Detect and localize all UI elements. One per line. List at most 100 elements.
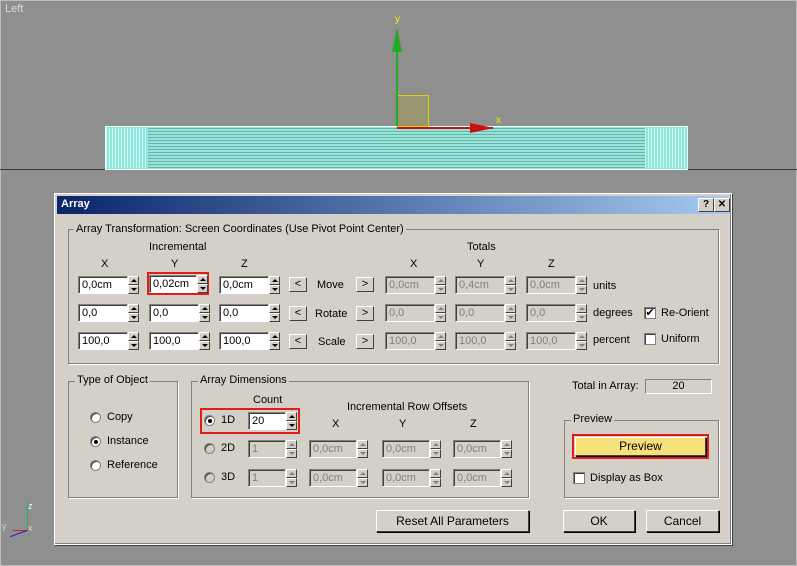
viewport-label[interactable]: Left bbox=[5, 3, 23, 15]
spin-up-icon[interactable] bbox=[501, 440, 512, 449]
preview-button[interactable]: Preview bbox=[575, 437, 706, 456]
spin-up-icon[interactable] bbox=[501, 469, 512, 478]
spin-up-icon[interactable] bbox=[199, 304, 210, 313]
rotate-to-incremental-button[interactable]: < bbox=[289, 306, 307, 321]
spin-up-icon[interactable] bbox=[435, 332, 446, 341]
spin-down-icon[interactable] bbox=[505, 285, 516, 294]
rotate-tot-z-spinner[interactable]: 0,0 bbox=[526, 304, 587, 322]
spin-up-icon[interactable] bbox=[357, 440, 368, 449]
spin-down-icon[interactable] bbox=[501, 449, 512, 458]
reference-label[interactable]: Reference bbox=[107, 459, 158, 471]
spin-down-icon[interactable] bbox=[128, 341, 139, 350]
move-tot-z-spinner[interactable]: 0,0cm bbox=[526, 276, 587, 294]
scale-inc-y-field[interactable]: 100,0 bbox=[149, 332, 199, 350]
spin-up-icon[interactable] bbox=[505, 276, 516, 285]
spin-down-icon[interactable] bbox=[199, 341, 210, 350]
cancel-button[interactable]: Cancel bbox=[646, 510, 719, 532]
offset-3d-y-field[interactable]: 0,0cm bbox=[382, 469, 430, 487]
spin-down-icon[interactable] bbox=[199, 313, 210, 322]
scale-inc-x-spinner[interactable]: 100,0 bbox=[78, 332, 139, 350]
move-inc-z-field[interactable]: 0,0cm bbox=[219, 276, 269, 294]
scale-inc-z-field[interactable]: 100,0 bbox=[219, 332, 269, 350]
rotate-to-totals-button[interactable]: > bbox=[356, 306, 374, 321]
count-3d-field[interactable]: 1 bbox=[248, 469, 286, 487]
scale-tot-y-spinner[interactable]: 100,0 bbox=[455, 332, 516, 350]
move-to-incremental-button[interactable]: < bbox=[289, 277, 307, 292]
spin-up-icon[interactable] bbox=[269, 304, 280, 313]
spin-up-icon[interactable] bbox=[357, 469, 368, 478]
spin-down-icon[interactable] bbox=[505, 341, 516, 350]
spin-up-icon[interactable] bbox=[269, 332, 280, 341]
help-button[interactable]: ? bbox=[698, 198, 714, 212]
spin-down-icon[interactable] bbox=[501, 478, 512, 487]
scale-tot-z-spinner[interactable]: 100,0 bbox=[526, 332, 587, 350]
move-inc-y-spinner[interactable]: 0,02cm bbox=[149, 275, 208, 293]
rotate-inc-z-spinner[interactable]: 0,0 bbox=[219, 304, 280, 322]
dimension-3d-radio[interactable] bbox=[204, 472, 215, 483]
offset-3d-z-spinner[interactable]: 0,0cm bbox=[453, 469, 512, 487]
spin-down-icon[interactable] bbox=[576, 341, 587, 350]
spin-down-icon[interactable] bbox=[286, 421, 297, 430]
spin-down-icon[interactable] bbox=[430, 478, 441, 487]
scale-inc-x-field[interactable]: 100,0 bbox=[78, 332, 128, 350]
scale-tot-x-spinner[interactable]: 100,0 bbox=[385, 332, 446, 350]
rotate-inc-x-spinner[interactable]: 0,0 bbox=[78, 304, 139, 322]
spin-up-icon[interactable] bbox=[435, 304, 446, 313]
offset-2d-x-spinner[interactable]: 0,0cm bbox=[309, 440, 368, 458]
spin-up-icon[interactable] bbox=[576, 304, 587, 313]
spin-up-icon[interactable] bbox=[128, 332, 139, 341]
spin-down-icon[interactable] bbox=[286, 478, 297, 487]
spin-up-icon[interactable] bbox=[576, 332, 587, 341]
rotate-inc-y-spinner[interactable]: 0,0 bbox=[149, 304, 210, 322]
count-1d-spinner[interactable]: 20 bbox=[248, 412, 297, 430]
rotate-inc-z-field[interactable]: 0,0 bbox=[219, 304, 269, 322]
spin-down-icon[interactable] bbox=[128, 313, 139, 322]
move-inc-z-spinner[interactable]: 0,0cm bbox=[219, 276, 280, 294]
move-inc-y-field[interactable]: 0,02cm bbox=[149, 275, 197, 293]
spin-down-icon[interactable] bbox=[576, 313, 587, 322]
spin-up-icon[interactable] bbox=[505, 304, 516, 313]
count-1d-field[interactable]: 20 bbox=[248, 412, 286, 430]
move-tot-x-field[interactable]: 0,0cm bbox=[385, 276, 435, 294]
scale-inc-z-spinner[interactable]: 100,0 bbox=[219, 332, 280, 350]
rotate-tot-y-field[interactable]: 0,0 bbox=[455, 304, 505, 322]
spin-down-icon[interactable] bbox=[269, 341, 280, 350]
offset-2d-z-field[interactable]: 0,0cm bbox=[453, 440, 501, 458]
ok-button[interactable]: OK bbox=[563, 510, 635, 532]
spin-down-icon[interactable] bbox=[505, 313, 516, 322]
offset-3d-z-field[interactable]: 0,0cm bbox=[453, 469, 501, 487]
spin-up-icon[interactable] bbox=[128, 276, 139, 285]
spin-up-icon[interactable] bbox=[576, 276, 587, 285]
spin-down-icon[interactable] bbox=[435, 285, 446, 294]
spin-down-icon[interactable] bbox=[269, 313, 280, 322]
spin-up-icon[interactable] bbox=[128, 304, 139, 313]
move-tot-y-field[interactable]: 0,4cm bbox=[455, 276, 505, 294]
scale-to-totals-button[interactable]: > bbox=[356, 334, 374, 349]
spin-up-icon[interactable] bbox=[269, 276, 280, 285]
scale-inc-y-spinner[interactable]: 100,0 bbox=[149, 332, 210, 350]
scale-to-incremental-button[interactable]: < bbox=[289, 334, 307, 349]
gizmo-y-arrow-icon[interactable] bbox=[392, 28, 402, 52]
spin-down-icon[interactable] bbox=[128, 285, 139, 294]
close-button[interactable]: ✕ bbox=[714, 198, 730, 212]
move-inc-x-field[interactable]: 0,0cm bbox=[78, 276, 128, 294]
move-inc-x-spinner[interactable]: 0,0cm bbox=[78, 276, 139, 294]
spin-up-icon[interactable] bbox=[286, 440, 297, 449]
spin-down-icon[interactable] bbox=[430, 449, 441, 458]
reorient-label[interactable]: Re-Orient bbox=[661, 307, 709, 319]
offset-3d-x-field[interactable]: 0,0cm bbox=[309, 469, 357, 487]
move-tot-x-spinner[interactable]: 0,0cm bbox=[385, 276, 446, 294]
spin-down-icon[interactable] bbox=[286, 449, 297, 458]
dimension-1d-label[interactable]: 1D bbox=[221, 414, 235, 426]
copy-label[interactable]: Copy bbox=[107, 411, 133, 423]
transform-gizmo-plane[interactable] bbox=[397, 95, 429, 127]
offset-2d-z-spinner[interactable]: 0,0cm bbox=[453, 440, 512, 458]
rotate-tot-x-spinner[interactable]: 0,0 bbox=[385, 304, 446, 322]
spin-down-icon[interactable] bbox=[357, 478, 368, 487]
rotate-tot-x-field[interactable]: 0,0 bbox=[385, 304, 435, 322]
count-2d-spinner[interactable]: 1 bbox=[248, 440, 297, 458]
reset-all-parameters-button[interactable]: Reset All Parameters bbox=[376, 510, 529, 532]
spin-down-icon[interactable] bbox=[269, 285, 280, 294]
spin-up-icon[interactable] bbox=[430, 469, 441, 478]
spin-down-icon[interactable] bbox=[435, 313, 446, 322]
